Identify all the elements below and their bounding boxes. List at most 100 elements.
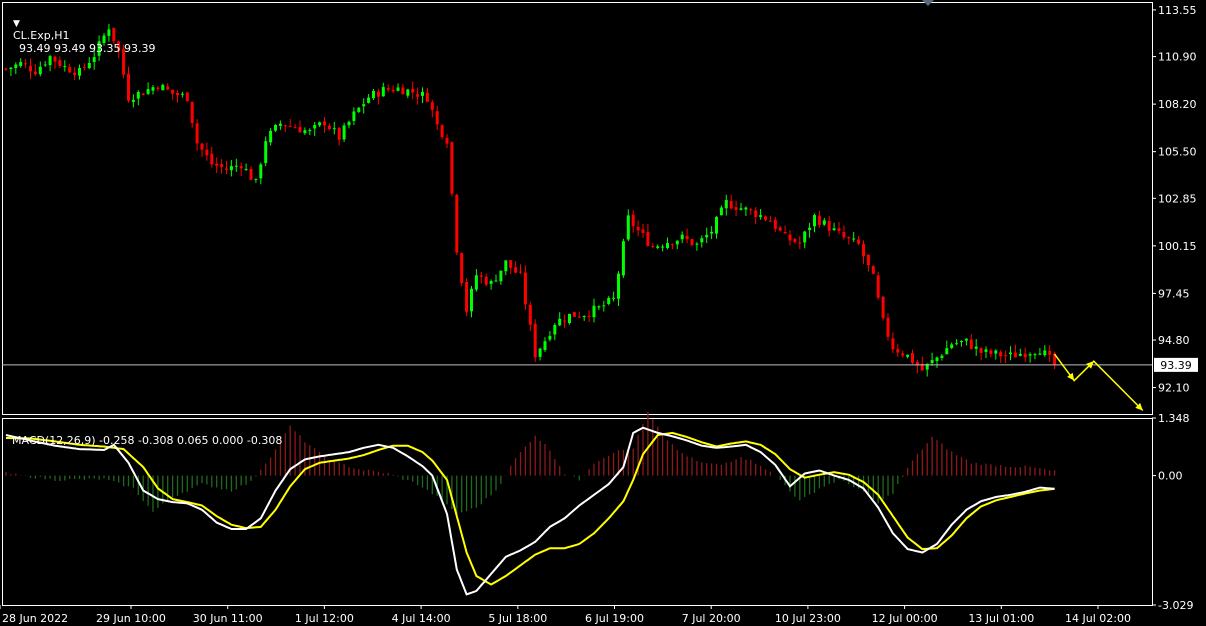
time-tick-label: 6 Jul 19:00 <box>585 612 644 625</box>
candle-body <box>852 238 856 240</box>
candle-body <box>661 246 665 248</box>
candle-body <box>254 178 258 180</box>
candle-body <box>955 343 959 345</box>
macd-tick-label: -3.029 <box>1158 599 1193 612</box>
candle-body <box>337 127 341 140</box>
candle-body <box>29 65 32 72</box>
candle-body <box>548 336 552 340</box>
candle-body <box>239 166 243 169</box>
candle-body <box>572 312 576 317</box>
candle-body <box>969 339 973 349</box>
candle-body <box>430 102 434 110</box>
candle-body <box>553 324 557 335</box>
candle-body <box>425 92 429 102</box>
candle-body <box>592 305 596 318</box>
candle-body <box>176 92 179 96</box>
candle-body <box>445 137 449 144</box>
candle-body <box>837 228 841 231</box>
candle-body <box>862 244 865 257</box>
candle-body <box>857 239 861 244</box>
candle-body <box>1023 353 1027 358</box>
candle-body <box>768 220 772 222</box>
candle-body <box>455 194 459 253</box>
candle-body <box>401 87 405 95</box>
candle-body <box>347 121 351 126</box>
candle-body <box>817 215 821 225</box>
candle-body <box>754 210 758 217</box>
candle-body <box>205 149 209 156</box>
candle-body <box>705 234 709 238</box>
candle-body <box>283 125 287 127</box>
forecast-arrow <box>1053 353 1144 412</box>
candle-body <box>715 216 718 234</box>
candle-body <box>1033 354 1037 356</box>
price-tick-label: 92.10 <box>1158 382 1190 395</box>
candle-body <box>896 349 900 353</box>
candle-body <box>617 273 620 299</box>
price-tick-label: 102.85 <box>1158 192 1197 205</box>
candle-body <box>190 101 194 124</box>
candle-body <box>685 235 689 239</box>
candle-body <box>675 240 679 245</box>
candle-body <box>538 348 542 357</box>
candle-body <box>641 229 645 233</box>
candle-body <box>313 125 317 129</box>
candle-body <box>940 355 944 358</box>
macd-tick-label: 0.00 <box>1158 470 1183 483</box>
candle-body <box>729 200 733 209</box>
candle-body <box>680 234 684 240</box>
symbol-label: CL.Exp,H1 <box>13 29 70 42</box>
candle-body <box>612 297 616 299</box>
candle-body <box>891 338 895 350</box>
candle-body <box>244 168 248 170</box>
candle-body <box>9 67 13 69</box>
candle-body <box>234 165 238 167</box>
candle-body <box>195 123 199 144</box>
candles-group <box>4 23 1057 377</box>
candle-body <box>376 91 380 97</box>
candle-body <box>87 62 91 69</box>
candle-body <box>901 353 905 356</box>
candle-body <box>744 207 748 210</box>
candle-body <box>568 313 571 324</box>
candle-body <box>960 341 963 343</box>
candle-body <box>1028 354 1032 356</box>
candle-body <box>832 228 836 231</box>
candle-body <box>1009 352 1012 355</box>
time-tick-label: 1 Jul 12:00 <box>295 612 354 625</box>
candle-body <box>288 126 292 128</box>
candle-body <box>499 270 503 282</box>
candle-body <box>180 93 184 95</box>
candle-body <box>793 238 797 243</box>
dropdown-triangle-icon[interactable]: ▼ <box>13 19 20 29</box>
candle-body <box>474 275 478 290</box>
price-tick-label: 97.45 <box>1158 287 1190 300</box>
macd-label: MACD(12,26,9) -0.258 -0.308 0.065 0.000 … <box>12 434 283 447</box>
candle-body <box>597 306 601 308</box>
candle-body <box>450 142 454 194</box>
candle-body <box>577 316 581 318</box>
candle-body <box>127 73 130 101</box>
candle-body <box>607 297 611 304</box>
candle-body <box>362 104 366 107</box>
candle-body <box>822 220 826 225</box>
candle-body <box>465 281 469 312</box>
candle-body <box>700 238 704 243</box>
candle-body <box>352 111 356 121</box>
candle-body <box>391 89 395 92</box>
candle-body <box>489 280 493 284</box>
candle-body <box>210 153 214 165</box>
candle-body <box>185 92 189 102</box>
time-tick-label: 28 Jun 2022 <box>2 612 68 625</box>
candle-body <box>509 260 513 268</box>
candle-body <box>631 214 635 227</box>
candle-body <box>783 232 787 234</box>
candle-body <box>323 121 326 126</box>
candle-body <box>82 66 86 68</box>
candle-body <box>73 72 77 76</box>
candle-body <box>274 124 277 131</box>
time-tick-label: 4 Jul 14:00 <box>392 612 451 625</box>
candle-body <box>646 231 650 246</box>
candle-body <box>759 215 763 217</box>
candle-body <box>357 107 361 112</box>
